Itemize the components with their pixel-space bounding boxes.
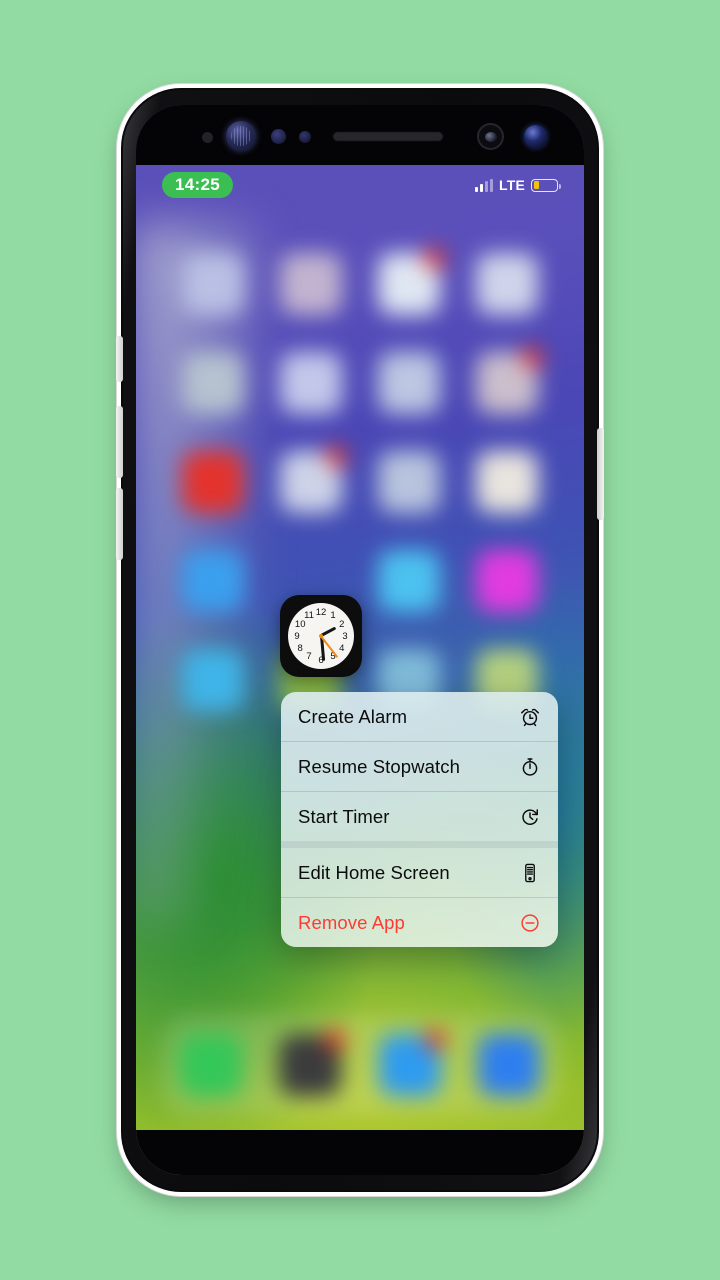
app-2-3[interactable] [378, 352, 440, 414]
app-2-4[interactable] [476, 347, 543, 414]
front-camera-icon [524, 125, 547, 148]
app-3-1[interactable] [182, 451, 244, 513]
notification-badge [424, 1029, 446, 1050]
clock-numeral: 3 [342, 630, 348, 642]
menu-item-label: Create Alarm [298, 705, 408, 727]
phone-screen: 14:25 LTE 1 2 3 4 5 6 7 8 9 10 11 12 Cre… [136, 105, 584, 1175]
clock-numeral: 2 [339, 618, 345, 630]
app-4-3[interactable] [378, 550, 440, 612]
menu-item-label: Start Timer [298, 805, 390, 827]
menu-item-edit-home-screen[interactable]: Edit Home Screen [281, 848, 558, 897]
notification-badge [325, 1029, 347, 1050]
earpiece-speaker-icon [333, 132, 443, 141]
home-screen-icon [519, 862, 541, 884]
top-bezel [136, 105, 584, 165]
dock-phone[interactable] [179, 1034, 242, 1096]
app-1-4[interactable] [476, 253, 538, 315]
battery-fill [533, 181, 539, 189]
dock [161, 1015, 559, 1115]
phone-device: 14:25 LTE 1 2 3 4 5 6 7 8 9 10 11 12 Cre… [116, 88, 604, 1192]
app-5-1[interactable] [182, 649, 244, 711]
menu-group-separator [281, 841, 558, 848]
clock-center-pin [319, 634, 323, 638]
status-clock: 14:25 [162, 171, 233, 199]
app-1-2[interactable] [280, 253, 342, 315]
clock-face: 1 2 3 4 5 6 7 8 9 10 11 12 [288, 603, 354, 669]
app-4-1[interactable] [182, 550, 244, 612]
sensor-dot-icon [299, 131, 311, 143]
camera-ring-icon [477, 123, 504, 150]
menu-item-start-timer[interactable]: Start Timer [281, 792, 558, 841]
app-4-4[interactable] [476, 550, 538, 612]
app-2-1[interactable] [182, 352, 244, 414]
power-button[interactable] [597, 428, 604, 520]
status-indicators: LTE [474, 177, 561, 193]
volume-down-button[interactable] [116, 488, 123, 560]
stopwatch-icon [519, 756, 541, 778]
network-type-label: LTE [498, 177, 525, 193]
app-1-1[interactable] [182, 253, 244, 315]
remove-circle-icon [519, 912, 541, 934]
dock-messages[interactable] [378, 1029, 446, 1096]
clock-numeral: 12 [315, 606, 327, 618]
dock-app-dark[interactable] [279, 1029, 347, 1096]
clock-numeral: 9 [294, 630, 300, 642]
iris-scanner-icon [226, 121, 256, 151]
clock-numeral: 8 [297, 642, 303, 654]
menu-item-create-alarm[interactable]: Create Alarm [281, 692, 558, 741]
alarm-clock-icon [519, 706, 541, 728]
dock-safari[interactable] [478, 1034, 541, 1096]
volume-up-button[interactable] [116, 406, 123, 478]
clock-app-icon[interactable]: 1 2 3 4 5 6 7 8 9 10 11 12 [280, 595, 362, 677]
notification-badge [522, 347, 543, 368]
sensor-dot-icon [271, 129, 286, 144]
app-context-menu: Create Alarm Resume Stopwatch Start Timer E… [281, 692, 558, 947]
battery-icon [531, 178, 561, 192]
app-3-4[interactable] [476, 451, 538, 513]
status-bar: 14:25 LTE [136, 165, 584, 205]
app-3-2[interactable] [280, 446, 347, 513]
menu-item-resume-stopwatch[interactable]: Resume Stopwatch [281, 742, 558, 791]
menu-item-label: Remove App [298, 911, 405, 933]
notification-badge [326, 446, 347, 467]
app-1-3[interactable] [378, 248, 445, 315]
screenshot-stage: 14:25 LTE 1 2 3 4 5 6 7 8 9 10 11 12 Cre… [0, 0, 720, 1280]
cellular-signal-icon [474, 178, 493, 192]
proximity-sensor-icon [202, 132, 213, 143]
notification-badge [424, 248, 445, 269]
menu-item-remove-app[interactable]: Remove App [281, 898, 558, 947]
menu-item-label: Edit Home Screen [298, 861, 450, 883]
app-2-2[interactable] [280, 352, 342, 414]
menu-item-label: Resume Stopwatch [298, 755, 461, 777]
bottom-bezel [136, 1130, 584, 1175]
timer-icon [519, 806, 541, 828]
bixby-button[interactable] [116, 336, 123, 382]
app-3-3[interactable] [378, 451, 440, 513]
